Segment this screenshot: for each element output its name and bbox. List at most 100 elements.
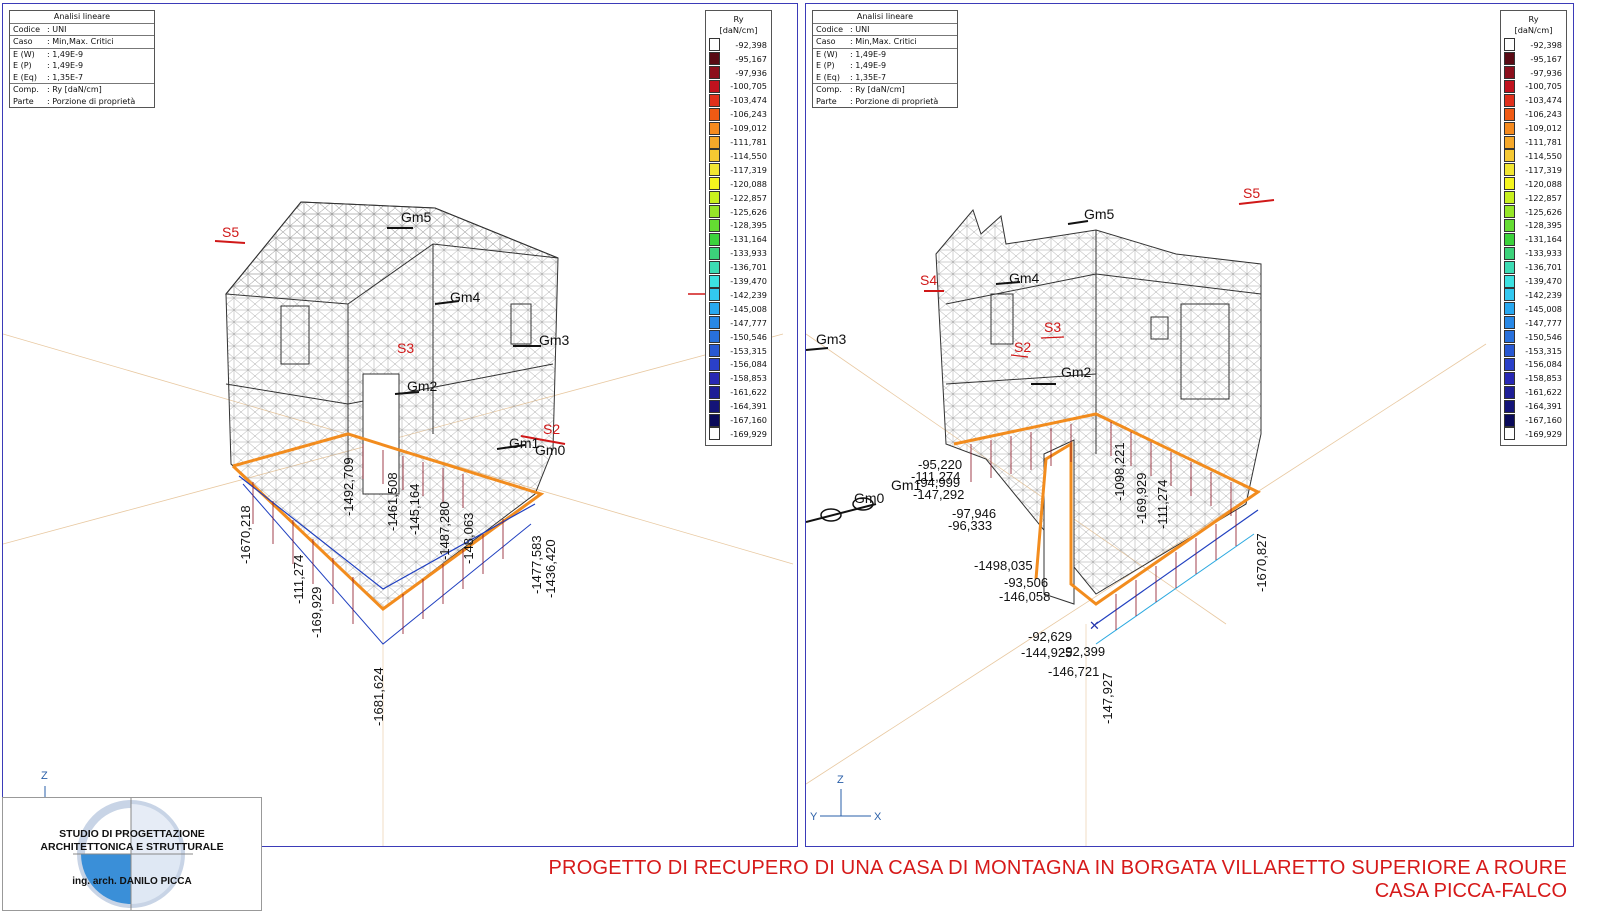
legend-value: -95,167: [735, 53, 767, 64]
legend-entry: -136,701: [709, 260, 769, 274]
value-label: -1681,624: [371, 667, 386, 726]
legend-entry: -133,933: [1504, 246, 1564, 261]
legend-swatch: [1504, 399, 1515, 413]
axis-x-label: X: [874, 811, 882, 823]
legend-value: -120,088: [1525, 178, 1562, 189]
logo-line-3: ing. arch. DANILO PICCA: [72, 876, 192, 887]
legend-value: -106,243: [730, 109, 767, 120]
value-label: -147,927: [1100, 673, 1115, 724]
legend-value: -103,474: [730, 95, 767, 106]
origin-marker: ✕: [1089, 618, 1100, 633]
value-label: -1098,221: [1112, 442, 1127, 501]
legend-value: -120,088: [730, 178, 767, 189]
legend-entry: -117,319: [709, 163, 769, 177]
label-Gm3: Gm3: [816, 331, 847, 347]
legend-entry: -100,705: [1504, 79, 1564, 94]
legend-value: -161,622: [1525, 387, 1562, 398]
info-row-codice: Codice: UNI: [816, 24, 870, 34]
label-S5: S5: [1243, 185, 1260, 201]
model-canvas-right[interactable]: ✕ S5 S4 S3 S2 Gm5 Gm4 Gm3 Gm2 Gm1 Gm0 -9…: [806, 4, 1573, 846]
analysis-info-box-left: Analisi lineare Codice: UNI Caso: Min,Ma…: [9, 10, 155, 108]
legend-entry: -167,160: [709, 413, 769, 427]
legend-swatch: [709, 274, 720, 288]
legend-swatch: [1504, 316, 1515, 330]
legend-value: -125,626: [730, 206, 767, 217]
project-title: PROGETTO DI RECUPERO DI UNA CASA DI MONT…: [548, 857, 1567, 879]
legend-value: -145,008: [730, 303, 767, 314]
label-S5: S5: [222, 224, 239, 240]
info-row-caso: Caso: Min,Max. Critici: [813, 35, 957, 48]
legend-value: -145,008: [1525, 303, 1562, 314]
info-row-ep: E (P): 1,49E-9: [816, 61, 887, 70]
legend-swatch: [1504, 66, 1515, 80]
legend-value: -100,705: [1525, 81, 1562, 92]
legend-value: -103,474: [1525, 95, 1562, 106]
legend-value: -139,470: [730, 276, 767, 287]
legend-value: -142,239: [1525, 289, 1562, 300]
axis-z-label: Z: [41, 770, 48, 782]
info-row-parte: Parte: Porzione di proprietà: [13, 96, 136, 106]
legend-swatch: [709, 302, 720, 316]
legend-value: -97,936: [1530, 67, 1562, 78]
legend-swatch: [709, 107, 720, 121]
label-Gm5: Gm5: [1084, 206, 1115, 222]
project-subtitle: CASA PICCA-FALCO: [1374, 880, 1567, 902]
legend-swatch: [1504, 385, 1515, 399]
label-Gm3: Gm3: [539, 332, 570, 348]
viewport-left[interactable]: S5 S3 S2 Gm5 Gm4 Gm3 Gm2 Gm1 Gm0 -1670,2…: [2, 3, 798, 847]
logo-line-2: ARCHITETTONICA E STRUTTURALE: [40, 841, 224, 853]
legend-value: -164,391: [730, 401, 767, 412]
legend-swatch: [709, 357, 720, 371]
legend-entry: -153,315: [1504, 344, 1564, 358]
info-row-comp: Comp.: Ry [daN/cm]: [813, 83, 957, 96]
legend-entry: -158,853: [709, 371, 769, 386]
legend-value: -117,319: [1525, 164, 1562, 175]
legend-value: -142,239: [730, 289, 767, 300]
legend-value: -106,243: [1525, 109, 1562, 120]
legend-entry: -145,008: [709, 302, 769, 316]
legend-swatch: [1504, 371, 1515, 385]
value-label: -146,721: [1048, 664, 1099, 679]
legend-value: -117,319: [730, 164, 767, 175]
legend-entry: -164,391: [709, 399, 769, 413]
legend-value: -150,546: [1525, 331, 1562, 342]
legend-swatch: [709, 260, 720, 274]
viewport-right[interactable]: ✕ S5 S4 S3 S2 Gm5 Gm4 Gm3 Gm2 Gm1 Gm0 -9…: [805, 3, 1574, 847]
legend-swatch: [1504, 205, 1515, 219]
color-legend-right: Ry [daN/cm] -92,398 -95,167 -97,936 -100,705…: [1500, 10, 1567, 446]
value-label: -145,164: [407, 484, 422, 535]
legend-entry: -103,474: [709, 93, 769, 108]
legend-swatch: [1504, 149, 1515, 163]
model-canvas-left[interactable]: S5 S3 S2 Gm5 Gm4 Gm3 Gm2 Gm1 Gm0 -1670,2…: [3, 4, 797, 846]
legend-value: -133,933: [1525, 248, 1562, 259]
value-label: -1670,827: [1254, 533, 1269, 592]
legend-value: -109,012: [1525, 123, 1562, 134]
legend-value: -131,164: [730, 234, 767, 245]
legend-swatch: [709, 149, 720, 163]
legend-entry: -128,395: [709, 218, 769, 233]
legend-value: -95,167: [1530, 53, 1562, 64]
legend-swatch: [1504, 107, 1515, 121]
legend-entry: -131,164: [709, 232, 769, 247]
legend-swatch: [1504, 191, 1515, 205]
legend-swatch: [709, 427, 720, 441]
legend-entry: -156,084: [1504, 357, 1564, 372]
legend-value: -100,705: [730, 81, 767, 92]
legend-entry: -150,546: [1504, 330, 1564, 344]
legend-swatch: [709, 246, 720, 260]
legend-swatch: [709, 93, 720, 107]
legend-value: -136,701: [1525, 262, 1562, 273]
label-Gm0: Gm0: [535, 442, 566, 458]
legend-entry: -158,853: [1504, 371, 1564, 386]
legend-entry: -145,008: [1504, 302, 1564, 316]
value-label: -147,292: [913, 487, 964, 502]
legend-entry: -109,012: [709, 121, 769, 135]
label-Gm4: Gm4: [1009, 270, 1040, 286]
legend-value: -111,781: [1525, 137, 1562, 148]
legend-entry: -122,857: [709, 191, 769, 205]
legend-value: -114,550: [730, 150, 767, 161]
label-S3: S3: [1044, 319, 1061, 335]
axis-y-label: Y: [810, 811, 818, 823]
legend-value: -161,622: [730, 387, 767, 398]
info-box-title: Analisi lineare: [813, 11, 957, 24]
